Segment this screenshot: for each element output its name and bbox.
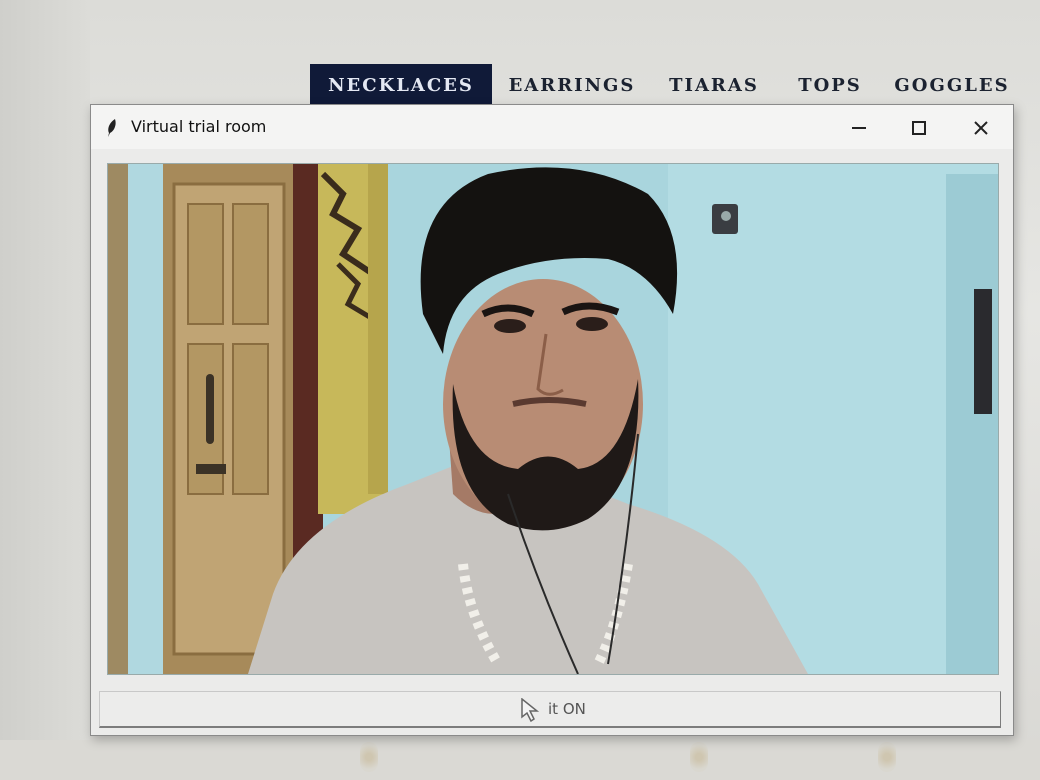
webcam-feed xyxy=(107,163,999,675)
nav-earrings[interactable]: EARRINGS xyxy=(504,64,640,108)
background-page-edge xyxy=(0,0,90,780)
product-thumbnail xyxy=(690,742,708,772)
website-nav: NECKLACES EARRINGS TIARAS TOPS GOGGLES xyxy=(310,64,1040,108)
close-button[interactable] xyxy=(953,111,1009,143)
close-icon xyxy=(974,121,988,135)
maximize-icon xyxy=(912,121,926,135)
minimize-icon xyxy=(852,127,866,129)
nav-goggles[interactable]: GOGGLES xyxy=(894,64,1010,108)
window-title: Virtual trial room xyxy=(131,117,267,136)
feather-icon xyxy=(108,119,116,137)
virtual-trial-room-window: Virtual trial room it ON xyxy=(90,104,1014,736)
title-bar[interactable]: Virtual trial room xyxy=(91,105,1013,149)
product-thumbnail xyxy=(878,742,896,772)
nav-tops[interactable]: TOPS xyxy=(790,64,870,108)
try-it-on-button[interactable]: it ON xyxy=(99,691,1001,728)
button-label: it ON xyxy=(548,700,586,718)
product-thumbnail xyxy=(360,742,378,772)
nav-tiaras[interactable]: TIARAS xyxy=(662,64,766,108)
mouse-cursor-icon xyxy=(521,698,540,722)
minimize-button[interactable] xyxy=(831,111,887,143)
nav-necklaces[interactable]: NECKLACES xyxy=(310,64,492,108)
maximize-button[interactable] xyxy=(891,111,947,143)
